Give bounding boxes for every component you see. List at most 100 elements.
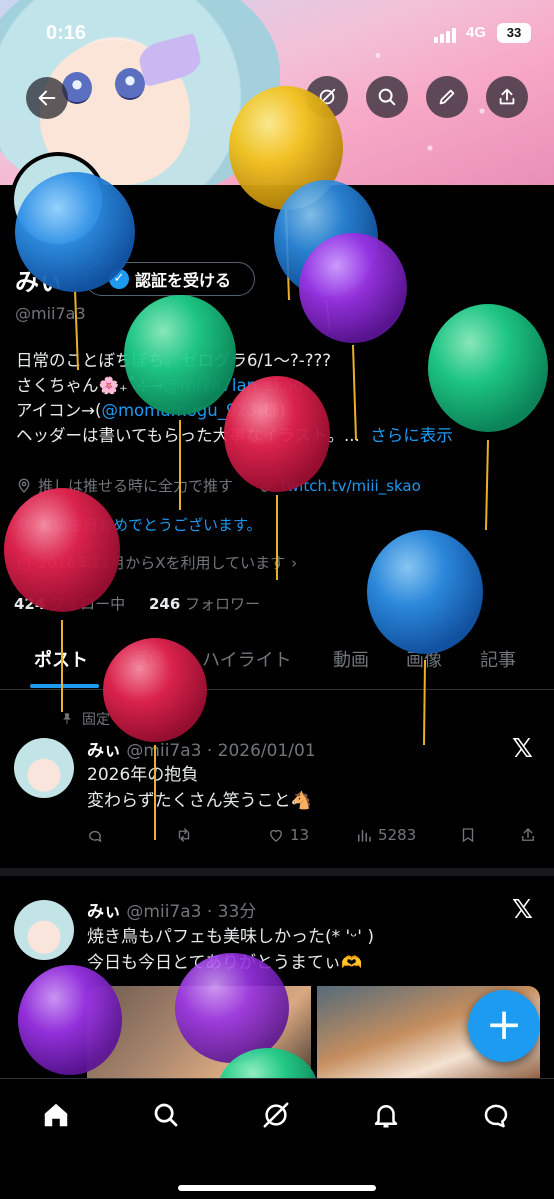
repost-icon <box>178 828 190 842</box>
website-link[interactable]: twitch.tv/miii_skao <box>281 477 421 495</box>
tweet-handle-date: @mii7a3 · 2026/01/01 <box>126 741 316 761</box>
tweet-handle-date: @mii7a3 · 33分 <box>126 902 257 922</box>
bookmark-icon <box>462 828 474 843</box>
tweet-text-line: 今日も今日とてありがとうまてぃ🫶 <box>87 953 363 973</box>
tweet-text-line: 変わらずたくさん笑うこと🐴 <box>87 791 312 811</box>
joined-row[interactable]: 2016年12月からXを利用しています › <box>16 552 297 573</box>
repost-button[interactable] <box>175 826 193 844</box>
bio-text: ヘッダーは書いてもらった大事なイラスト。... <box>16 426 360 445</box>
tab-videos[interactable]: 動画 <box>333 646 369 672</box>
bio-text: さくちゃん🌸₊˚⊹→ <box>16 376 164 395</box>
tab-replies[interactable]: 返信 <box>130 646 166 672</box>
back-arrow-icon <box>38 90 56 106</box>
status-time: 0:16 <box>46 22 87 44</box>
get-verified-button[interactable]: ✓ 認証を受ける <box>85 262 255 296</box>
share-icon <box>499 88 515 105</box>
tab-highlights[interactable]: ハイライト <box>202 646 292 672</box>
nav-home[interactable] <box>38 1097 74 1133</box>
nav-grok[interactable] <box>258 1097 294 1133</box>
bio-line: ヘッダーは書いてもらった大事なイラスト。... さらに表示 <box>16 423 536 448</box>
tweet-avatar[interactable] <box>14 900 74 960</box>
grok-icon <box>263 1102 289 1128</box>
back-button[interactable] <box>26 77 68 119</box>
tweet-photo-yakitori[interactable] <box>87 986 311 1081</box>
active-tab-indicator <box>30 684 99 688</box>
bio-line: さくちゃん🌸₊˚⊹→@mi7a7lan_skao <box>16 373 536 398</box>
tweet-text: 2026年の抱負 変わらずたくさん笑うこと🐴 <box>87 762 312 814</box>
balloon-blue <box>274 180 378 331</box>
followers-label[interactable]: フォロワー <box>185 595 260 613</box>
bio-mention-link[interactable]: @mi7a7lan_skao <box>164 376 304 395</box>
views-icon <box>358 829 371 842</box>
tweet-header: みぃ @mii7a3 · 2026/01/01 <box>87 736 316 761</box>
following-label[interactable]: フォロー中 <box>50 595 125 613</box>
tweet-divider <box>0 868 554 876</box>
profile-avatar[interactable] <box>10 152 106 248</box>
grok-button[interactable] <box>306 76 348 118</box>
pinned-label: 固定 <box>60 709 110 729</box>
tweet-header: みぃ @mii7a3 · 33分 <box>87 897 256 922</box>
message-bubble-icon <box>484 1104 508 1128</box>
search-button[interactable] <box>366 76 408 118</box>
profile-meta-row: 推しは推せる時に全力で推す twitch.tv/miii_skao <box>16 475 421 496</box>
tweet-text-line: 焼き鳥もパフェも美味しかった(* 'ᵕ' ) <box>87 927 374 947</box>
x-logo-icon: 𝕏 <box>512 895 533 925</box>
nav-search[interactable] <box>148 1097 184 1133</box>
profile-tabs: ポスト 返信 ハイライト 動画 画像 記事 <box>0 636 554 690</box>
bio-mention-link[interactable]: @momumogu_923 <box>101 401 257 420</box>
see-more-link[interactable]: さらに表示 <box>370 426 453 445</box>
like-button[interactable]: 13 <box>267 826 309 844</box>
bookmark-button[interactable] <box>459 826 477 844</box>
profile-name: みぃ <box>15 268 63 296</box>
followers-count[interactable]: 246 <box>149 595 180 613</box>
search-icon <box>154 1103 178 1127</box>
location-pin-icon <box>18 478 30 493</box>
reply-button[interactable] <box>87 826 105 844</box>
search-icon <box>378 88 396 106</box>
tweet-author-name[interactable]: みぃ <box>87 741 121 761</box>
home-indicator <box>178 1185 376 1191</box>
link-icon <box>261 479 273 492</box>
home-icon <box>44 1103 68 1127</box>
birthday-row: お誕生日おめでとうございます。 <box>16 514 262 535</box>
tab-articles[interactable]: 記事 <box>480 646 516 672</box>
tab-posts[interactable]: ポスト <box>34 646 88 672</box>
location-text: 推しは推せる時に全力で推す <box>38 477 234 495</box>
tweet-share-button[interactable] <box>519 826 537 844</box>
tweet-avatar[interactable] <box>14 738 74 798</box>
chevron-right-icon: › <box>291 553 298 572</box>
joined-text: 2016年12月からXを利用しています <box>38 554 286 572</box>
following-count[interactable]: 424 <box>14 595 45 613</box>
nav-messages[interactable] <box>478 1097 514 1133</box>
grok-icon <box>318 88 336 106</box>
network-type: 4G <box>466 24 487 41</box>
heart-icon <box>270 829 282 842</box>
signal-icon <box>434 28 456 43</box>
tweet-author-name[interactable]: みぃ <box>87 902 121 922</box>
nav-notifications[interactable] <box>368 1097 404 1133</box>
compose-post-button[interactable]: + <box>468 990 540 1062</box>
x-logo-icon: 𝕏 <box>512 734 533 764</box>
birthday-text: お誕生日おめでとうございます。 <box>38 516 262 534</box>
edit-button[interactable] <box>426 76 468 118</box>
pin-icon <box>63 713 71 725</box>
bio-line: アイコン→(@momumogu_923 様) <box>16 398 536 423</box>
banner-art-eye <box>115 68 145 100</box>
calendar-icon <box>18 556 30 569</box>
views-button[interactable]: 5283 <box>355 826 416 844</box>
tab-media[interactable]: 画像 <box>406 646 442 672</box>
reply-icon <box>89 830 102 843</box>
profile-handle: @mii7a3 <box>15 304 86 323</box>
bottom-navigation <box>0 1078 554 1199</box>
share-button[interactable] <box>486 76 528 118</box>
bell-icon <box>374 1105 398 1128</box>
bio-text: 様) <box>257 401 286 420</box>
verified-badge-icon: ✓ <box>108 269 129 289</box>
balloon-icon <box>19 517 29 532</box>
tweet-actions: 13 5283 <box>87 826 537 848</box>
bio-line: 日常のことぼちぼち。ゼログラ6/1～?-??? <box>16 351 332 370</box>
pinned-text: 固定 <box>82 712 110 728</box>
follow-stats: 424 フォロー中 246 フォロワー <box>14 593 260 614</box>
pencil-icon <box>439 89 455 105</box>
like-count: 13 <box>290 826 310 844</box>
